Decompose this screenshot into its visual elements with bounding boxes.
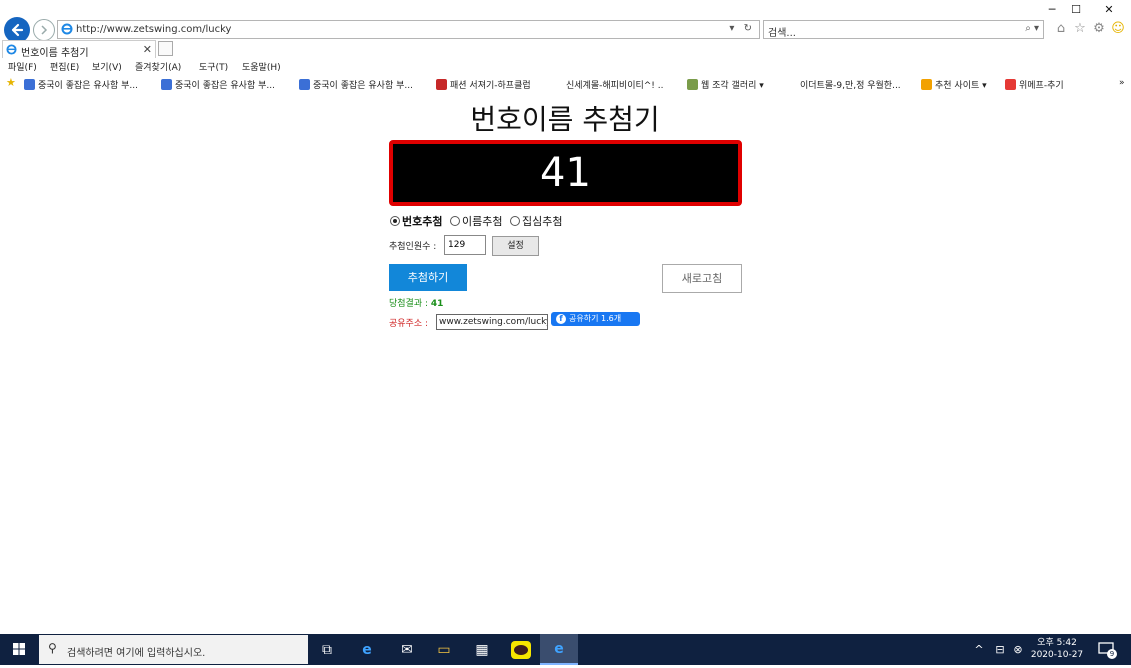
kakaotalk-icon[interactable]	[502, 634, 540, 665]
minimize-button[interactable]: ─	[1040, 2, 1064, 18]
internet-explorer-icon[interactable]: e	[540, 634, 578, 665]
radio-icon	[449, 216, 460, 226]
address-url[interactable]: http://www.zetswing.com/lucky	[76, 24, 231, 35]
page-title: 번호이름 추첨기	[470, 103, 660, 136]
close-button[interactable]: ✕	[1097, 2, 1121, 18]
address-bar[interactable]: http://www.zetswing.com/lucky ▾ ↻	[57, 20, 760, 39]
favorites-overflow-icon[interactable]: »	[1119, 78, 1125, 88]
halfclub-icon	[436, 79, 447, 90]
set-button[interactable]: 설정	[492, 236, 539, 256]
store-icon[interactable]: ▦	[463, 634, 501, 665]
facebook-share-label: 공유하기 1.6개	[569, 314, 622, 323]
taskbar-search-placeholder: 검색하려면 여기에 입력하십시오.	[67, 648, 206, 659]
settings-gear-icon[interactable]: ⚙	[1091, 21, 1107, 37]
favorite-link[interactable]: 신세계몰-해피비이티^! ..	[566, 78, 664, 91]
max-count-label: 추첨인원수 :	[389, 242, 437, 252]
clock-time: 오후 5:42	[1037, 638, 1077, 648]
maximize-button[interactable]: ☐	[1064, 2, 1088, 18]
browser-chrome: ─ ☐ ✕ http://www.zetswing.com/lucky ▾ ↻ …	[0, 0, 1131, 94]
file-explorer-icon[interactable]: ▭	[425, 634, 463, 665]
new-tab-button[interactable]	[158, 41, 173, 56]
favorites-star-icon[interactable]: ☆	[1072, 21, 1088, 37]
share-url-field[interactable]: www.zetswing.com/lucky	[436, 314, 548, 330]
browser-search-box[interactable]: 검색... ⌕ ▾	[763, 20, 1044, 39]
facebook-share-button[interactable]: f 공유하기 1.6개	[551, 312, 640, 326]
result-line: 당첨결과 : 41	[389, 296, 443, 309]
favorite-site-icon	[161, 79, 172, 90]
radio-icon	[509, 216, 520, 226]
taskbar-clock[interactable]: 오후 5:42 2020-10-27	[1025, 637, 1089, 661]
favorite-link[interactable]: 패션 서져기-하프클럽	[436, 78, 531, 91]
menu-help[interactable]: 도움말(H)	[242, 60, 281, 73]
edge-icon[interactable]: e	[348, 634, 386, 665]
home-icon[interactable]: ⌂	[1053, 21, 1069, 37]
web-slice-icon	[687, 79, 698, 90]
forward-button[interactable]	[33, 19, 55, 41]
mail-icon[interactable]: ✉	[388, 634, 426, 665]
share-label: 공유주소 :	[389, 319, 429, 329]
taskbar-search-box[interactable]: ⚲ 검색하려면 여기에 입력하십시오.	[39, 635, 308, 664]
favorite-site-icon	[299, 79, 310, 90]
favorite-site-icon	[24, 79, 35, 90]
menu-tools[interactable]: 도구(T)	[199, 60, 228, 73]
tray-overflow-icon[interactable]: ^	[967, 634, 991, 665]
mode-number-radio[interactable]: 번호추첨	[390, 215, 442, 228]
back-arrow-icon	[11, 23, 24, 37]
favorite-link[interactable]: 이더트몰-9,만,정 우월한...	[800, 78, 901, 91]
notification-badge: 9	[1107, 649, 1117, 659]
favorite-link[interactable]: 웹 조각 갤러리 ▾	[687, 78, 764, 91]
menu-file[interactable]: 파일(F)	[8, 60, 37, 73]
search-icon[interactable]: ⌕ ▾	[1025, 23, 1039, 34]
mode-direct-radio[interactable]: 집심추첨	[509, 215, 562, 228]
menu-bar: 파일(F) 편집(E) 보기(V) 즐겨찾기(A) 도구(T) 도움말(H)	[0, 58, 1131, 74]
forward-arrow-icon	[41, 25, 48, 35]
draw-mode-group: 번호추첨 이름추첨 집심추첨	[390, 213, 566, 229]
ie-tab-icon	[6, 44, 17, 58]
menu-edit[interactable]: 편집(E)	[50, 60, 79, 73]
favorites-add-icon[interactable]: ★	[6, 76, 16, 89]
network-icon[interactable]: ⊟	[990, 634, 1010, 665]
windows-logo-icon	[13, 643, 25, 655]
mode-name-radio[interactable]: 이름추첨	[449, 215, 502, 228]
task-view-icon[interactable]: ⧉	[308, 634, 346, 665]
favorite-link[interactable]: 추천 사이트 ▾	[921, 78, 987, 91]
notification-center-icon[interactable]: 9	[1098, 640, 1117, 659]
draw-result-display: 41	[389, 140, 742, 206]
refresh-button[interactable]: 새로고침	[662, 264, 742, 293]
radio-selected-icon	[390, 216, 400, 226]
favorite-link[interactable]: 중국이 좋잡은 유사함 부...	[299, 78, 413, 91]
favorites-bar: ★ 중국이 좋잡은 유사함 부... 중국이 좋잡은 유사함 부... 중국이 …	[0, 75, 1131, 93]
search-placeholder: 검색...	[768, 28, 796, 39]
facebook-icon: f	[556, 314, 566, 324]
search-icon: ⚲	[48, 641, 57, 655]
favorite-link[interactable]: 위메프-추기	[1005, 78, 1064, 91]
menu-favorites[interactable]: 즐겨찾기(A)	[135, 60, 181, 73]
result-value: 41	[430, 299, 444, 309]
browser-tab[interactable]: 번호이름 추첨기 ✕	[2, 40, 156, 59]
clock-date: 2020-10-27	[1030, 650, 1084, 660]
address-controls[interactable]: ▾ ↻	[729, 23, 755, 34]
windows-taskbar: ⚲ 검색하려면 여기에 입력하십시오. ⧉ e ✉ ▭ ▦ e ^ ⊟ ⊗ 오후…	[0, 634, 1131, 665]
draw-button[interactable]: 추첨하기	[389, 264, 467, 291]
favorite-link[interactable]: 중국이 좋잡은 유사함 부...	[24, 78, 138, 91]
max-count-input[interactable]	[444, 235, 486, 255]
wemakeprice-icon	[1005, 79, 1016, 90]
favorite-link[interactable]: 중국이 좋잡은 유사함 부...	[161, 78, 275, 91]
result-label: 당첨결과 :	[389, 299, 429, 309]
tab-title: 번호이름 추첨기	[21, 48, 89, 59]
smiley-feedback-icon[interactable]: ☺	[1110, 21, 1126, 37]
bing-icon	[921, 79, 932, 90]
start-button[interactable]	[0, 634, 38, 665]
ie-page-icon	[61, 23, 73, 38]
tab-close-icon[interactable]: ✕	[143, 43, 152, 56]
menu-view[interactable]: 보기(V)	[92, 60, 122, 73]
